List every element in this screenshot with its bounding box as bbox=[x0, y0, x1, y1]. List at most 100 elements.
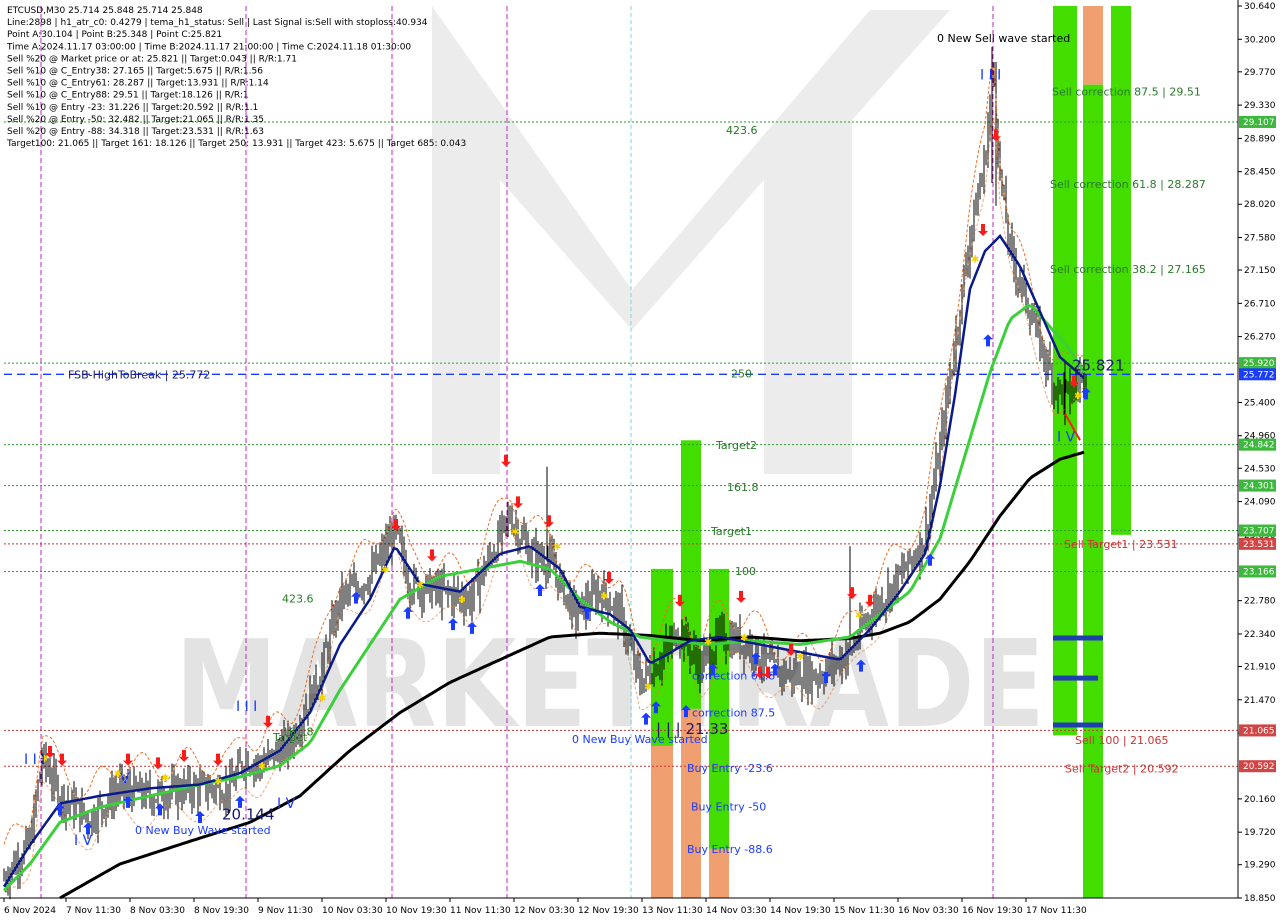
level-label: Target1 bbox=[710, 525, 752, 538]
level-label: Sell correction 38.2 | 27.165 bbox=[1050, 263, 1206, 276]
signal-star-icon: ✱ bbox=[258, 762, 266, 773]
y-tick-label: 27.580 bbox=[1244, 234, 1276, 244]
x-axis: 6 Nov 2024 7 Nov 11:30 8 Nov 03:30 8 Nov 19… bbox=[0, 897, 1238, 916]
price-badge-label: 20.592 bbox=[1243, 762, 1275, 772]
price-badge-label: 29.107 bbox=[1243, 118, 1275, 128]
price-chart[interactable]: MARKETTRADE ✱✱ ✱ ✱✱✱✱✱✱✱✱✱✱✱ ✱✱✱✱✱ 0 New Se… bbox=[0, 0, 1280, 920]
watermark-m-shape bbox=[432, 6, 950, 474]
signal-star-icon: ✱ bbox=[511, 527, 519, 538]
x-tick-label: 16 Nov 03:30 bbox=[898, 906, 959, 916]
price-label-large: 25.821 bbox=[1072, 357, 1125, 375]
price-badge-label: 23.531 bbox=[1243, 540, 1275, 550]
wave-marker: I I I bbox=[24, 752, 45, 768]
x-tick-label: 8 Nov 03:30 bbox=[130, 906, 185, 916]
info-line: Sell %20 @ Market price or at: 25.821 ||… bbox=[7, 54, 297, 64]
y-tick-label: 24.530 bbox=[1244, 464, 1276, 474]
x-tick-label: 17 Nov 11:30 bbox=[1026, 906, 1087, 916]
zone-block bbox=[709, 848, 729, 898]
sell-arrow-icon bbox=[57, 753, 67, 766]
signal-star-icon: ✱ bbox=[458, 595, 466, 606]
x-tick-label: 8 Nov 19:30 bbox=[194, 906, 249, 916]
signal-star-icon: ✱ bbox=[600, 591, 608, 602]
y-tick-label: 24.090 bbox=[1244, 498, 1276, 508]
sell-arrow-icon bbox=[153, 757, 163, 770]
level-label: correction 61.8 bbox=[692, 670, 775, 683]
x-tick-label: 7 Nov 11:30 bbox=[66, 906, 121, 916]
price-badge-label: 25.772 bbox=[1243, 370, 1275, 380]
x-tick-label: 13 Nov 11:30 bbox=[642, 906, 703, 916]
pivot-bar bbox=[1053, 675, 1098, 681]
y-tick-label: 29.330 bbox=[1244, 101, 1276, 111]
x-tick-label: 16 Nov 19:30 bbox=[962, 906, 1023, 916]
signal-star-icon: ✱ bbox=[381, 565, 389, 576]
x-tick-label: 9 Nov 11:30 bbox=[258, 906, 313, 916]
x-tick-label: 14 Nov 19:30 bbox=[770, 906, 831, 916]
x-tick-label: 12 Nov 03:30 bbox=[514, 906, 575, 916]
info-line: Target100: 21.065 || Target 161: 18.126 … bbox=[6, 139, 466, 149]
y-tick-label: 20.160 bbox=[1244, 795, 1276, 805]
watermark-logo: MARKETTRADE bbox=[175, 6, 1045, 755]
level-label: Sell 100 | 21.065 bbox=[1075, 734, 1169, 747]
info-line: Line:2898 | h1_atr_c0: 0.4279 | tema_h1_… bbox=[7, 18, 428, 28]
y-tick-label: 21.470 bbox=[1244, 696, 1276, 706]
x-tick-label: 6 Nov 2024 bbox=[4, 906, 56, 916]
level-label: Buy Entry -88.6 bbox=[687, 843, 773, 856]
pivot-bar bbox=[1053, 722, 1103, 728]
info-panel: ETCUSD,M30 25.714 25.848 25.714 25.848 Li… bbox=[6, 6, 466, 149]
wave-marker: I V bbox=[277, 796, 296, 812]
buy-arrow-icon bbox=[983, 334, 993, 347]
level-label: Sell Target2 | 20.592 bbox=[1065, 763, 1179, 776]
info-line: Sell %10 @ C_Entry88: 29.51 || Target:18… bbox=[7, 91, 249, 101]
price-badge-label: 24.842 bbox=[1243, 441, 1275, 451]
sell-arrow-icon bbox=[123, 753, 133, 766]
y-tick-label: 22.340 bbox=[1244, 630, 1276, 640]
x-tick-label: 11 Nov 11:30 bbox=[450, 906, 511, 916]
chart-root: MARKETTRADE ✱ ✱ ✱ ✱ ✱ ✱ ✱ ✱ ✱ ✱ ✱ ✱ ✱ ✱ ✱ ✱ ✱ ✱ ✱ 0 New Se… bbox=[0, 0, 1280, 920]
signal-star-icon: ✱ bbox=[416, 580, 424, 591]
signal-star-icon: ✱ bbox=[704, 637, 712, 648]
y-tick-label: 28.890 bbox=[1244, 134, 1276, 144]
sell-arrow-icon bbox=[513, 496, 523, 509]
info-line: Sell %10 @ C_Entry38: 27.165 || Target:5… bbox=[7, 67, 263, 77]
info-line: Sell %10 @ Entry -23: 31.226 || Target:2… bbox=[7, 103, 258, 113]
level-label: 423.6 bbox=[282, 592, 314, 605]
level-label: Target2 bbox=[715, 439, 757, 452]
info-line: ETCUSD,M30 25.714 25.848 25.714 25.848 bbox=[7, 6, 203, 16]
x-tick-label: 10 Nov 19:30 bbox=[386, 906, 447, 916]
signal-star-icon: ✱ bbox=[855, 610, 863, 621]
sell-arrow-icon bbox=[736, 590, 746, 603]
signal-star-icon: ✱ bbox=[553, 542, 561, 553]
level-label: Buy Entry -50 bbox=[691, 800, 766, 813]
price-badge-label: 21.065 bbox=[1243, 726, 1275, 736]
sell-arrow-icon bbox=[427, 549, 437, 562]
y-tick-label: 25.400 bbox=[1244, 398, 1276, 408]
info-line: Sell %20 @ Entry -88: 34.318 || Target:2… bbox=[7, 127, 264, 137]
zone-block bbox=[1083, 6, 1103, 85]
buy-arrow-icon bbox=[195, 810, 205, 823]
level-label: 161.8 bbox=[727, 481, 759, 494]
price-badge-label: 25.920 bbox=[1243, 359, 1275, 369]
price-label-large: 20.144 bbox=[222, 805, 275, 823]
price-badge-label: 23.166 bbox=[1243, 567, 1275, 577]
y-tick-label: 26.710 bbox=[1244, 299, 1276, 309]
wave-marker: I V bbox=[74, 833, 93, 849]
level-label: 423.6 bbox=[726, 124, 758, 137]
price-label-large: | | | 21.33 bbox=[656, 720, 728, 738]
signal-star-icon: ✱ bbox=[1074, 391, 1082, 402]
level-label: 0 New Sell wave started bbox=[937, 32, 1070, 45]
wave-marker: I I I bbox=[980, 67, 1001, 83]
info-line: Point A:30.104 | Point B:25.348 | Point … bbox=[7, 30, 222, 40]
x-tick-label: 14 Nov 03:30 bbox=[706, 906, 767, 916]
price-badge-label: 23.707 bbox=[1243, 527, 1275, 537]
wave-marker: V bbox=[120, 771, 130, 787]
info-line: Sell %20 @ Entry -50: 32.482 || Target:2… bbox=[7, 115, 264, 125]
y-tick-label: 22.780 bbox=[1244, 597, 1276, 607]
sell-arrow-icon bbox=[544, 515, 554, 528]
y-tick-label: 21.910 bbox=[1244, 662, 1276, 672]
wave-marker: I I I bbox=[236, 699, 257, 715]
signal-star-icon: ✱ bbox=[161, 773, 169, 784]
level-label: 100 bbox=[735, 565, 756, 578]
y-tick-label: 30.640 bbox=[1244, 2, 1276, 12]
y-tick-label: 19.720 bbox=[1244, 828, 1276, 838]
level-label: 0 New Buy Wave started bbox=[135, 824, 271, 837]
